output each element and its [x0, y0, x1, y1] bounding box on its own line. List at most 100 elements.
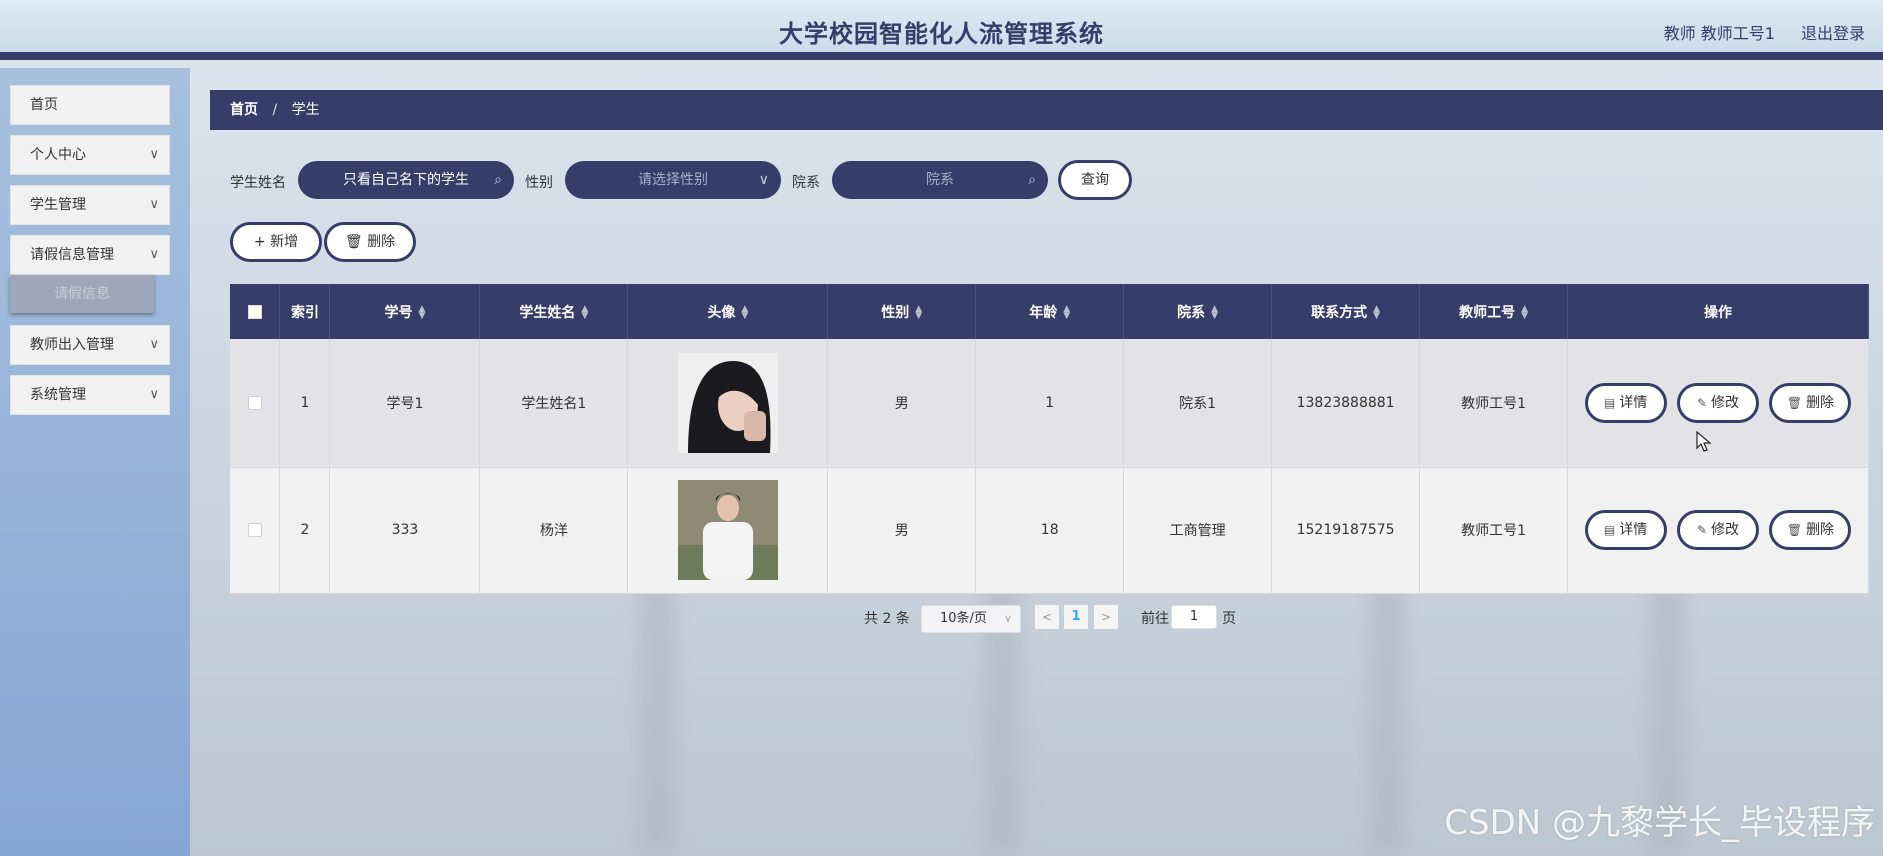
breadcrumb: 首页 / 学生: [210, 90, 1883, 130]
chevron-down-icon: ∨: [149, 197, 159, 212]
sidebar-item-label: 学生管理: [30, 197, 86, 213]
goto-page-input[interactable]: 1: [1171, 605, 1217, 629]
sort-icon[interactable]: ▲ ▼: [1211, 304, 1218, 320]
sort-icon[interactable]: ▲ ▼: [1521, 304, 1528, 320]
gender-label: 性别: [525, 175, 553, 191]
cell-student-no: 学号1: [329, 339, 481, 468]
cell-name: 学生姓名1: [479, 339, 629, 468]
document-icon: ▤: [1603, 395, 1616, 410]
column-header[interactable]: 院系 ▲ ▼: [1123, 284, 1273, 339]
cell-dept: 院系1: [1123, 339, 1273, 468]
chevron-down-icon: ∨: [149, 247, 159, 262]
mouse-cursor-icon: [1696, 431, 1712, 452]
background-pillar: [1370, 560, 1404, 856]
breadcrumb-current: 学生: [291, 102, 320, 118]
plus-icon: +: [253, 234, 266, 250]
cell-age: 18: [975, 467, 1125, 594]
sidebar: 首页 个人中心 ∨ 学生管理 ∨ 请假信息管理 ∨ 请假信息 教师出入管理 ∨ …: [0, 68, 190, 856]
student-name-label: 学生姓名: [230, 175, 286, 191]
chevron-down-icon: ∨: [1003, 612, 1012, 625]
query-button[interactable]: 查询: [1058, 160, 1132, 200]
sort-icon[interactable]: ▲ ▼: [418, 304, 425, 320]
page-size-value: 10条/页: [940, 611, 987, 626]
column-header[interactable]: 学生姓名 ▲ ▼: [479, 284, 629, 339]
dept-placeholder: 院系: [926, 172, 954, 188]
page-size-select[interactable]: 10条/页 ∨: [921, 605, 1021, 633]
student-name-input[interactable]: 只看自己名下的学生 ⌕: [298, 161, 514, 199]
column-header[interactable]: 学号 ▲ ▼: [329, 284, 481, 339]
add-button[interactable]: + 新增: [230, 222, 322, 262]
sidebar-item-label: 请假信息管理: [30, 247, 114, 263]
trash-icon: 🗑︎: [1786, 523, 1803, 537]
sidebar-item-leave[interactable]: 请假信息管理 ∨: [10, 235, 170, 275]
current-user: 教师 教师工号1: [1663, 24, 1775, 43]
table-row: 1 学号1 学生姓名1 男 1 院系1 13823888881 教师工号1 ▤ …: [230, 339, 1869, 468]
cell-index: 2: [279, 467, 331, 594]
sidebar-subitem-leave-info[interactable]: 请假信息: [10, 275, 154, 313]
sidebar-item-students[interactable]: 学生管理 ∨: [10, 185, 170, 225]
breadcrumb-home[interactable]: 首页: [230, 102, 258, 118]
column-header: 索引: [279, 284, 331, 339]
pagination-total: 共 2 条: [864, 611, 910, 627]
column-header[interactable]: 头像 ▲ ▼: [627, 284, 829, 339]
chevron-down-icon: ∨: [758, 172, 769, 188]
logout-link[interactable]: 退出登录: [1801, 20, 1865, 44]
sort-icon[interactable]: ▲ ▼: [1373, 304, 1380, 320]
goto-label: 前往: [1141, 611, 1169, 627]
column-header: 操作: [1567, 284, 1869, 339]
watermark: CSDN @九黎学长_毕设程序: [1444, 803, 1875, 843]
cell-gender: 男: [827, 339, 977, 468]
delete-button[interactable]: 🗑︎ 删除: [1769, 382, 1852, 423]
edit-icon: ✎: [1696, 523, 1708, 537]
cell-teacher-no: 教师工号1: [1419, 339, 1569, 468]
cell-age: 1: [975, 339, 1125, 468]
cell-student-no: 333: [329, 467, 481, 594]
detail-button[interactable]: ▤ 详情: [1584, 382, 1667, 423]
trash-icon: 🗑︎: [1786, 395, 1803, 410]
sort-icon[interactable]: ▲ ▼: [741, 304, 748, 320]
document-icon: ▤: [1603, 523, 1616, 537]
chevron-down-icon: ∨: [149, 387, 159, 402]
row-checkbox[interactable]: [247, 523, 262, 537]
sort-icon[interactable]: ▲ ▼: [581, 304, 588, 320]
prev-page-button[interactable]: <: [1035, 605, 1059, 629]
student-table: 索引 学号 ▲ ▼ 学生姓名 ▲ ▼ 头像 ▲ ▼ 性别 ▲ ▼ 年龄 ▲ ▼ 院系 ▲ ▼ 联系方式 ▲…: [230, 284, 1869, 594]
edit-button[interactable]: ✎ 修改: [1677, 510, 1759, 550]
select-all-checkbox[interactable]: [247, 304, 262, 319]
row-checkbox[interactable]: [247, 395, 262, 410]
select-all-cell: [230, 284, 281, 339]
breadcrumb-separator: /: [272, 102, 278, 118]
sidebar-item-label: 首页: [30, 97, 58, 113]
detail-button[interactable]: ▤ 详情: [1584, 510, 1667, 550]
cell-index: 1: [279, 339, 331, 468]
avatar: [677, 352, 778, 453]
sidebar-item-label: 教师出入管理: [30, 337, 114, 353]
cell-phone: 13823888881: [1271, 339, 1421, 468]
sort-icon[interactable]: ▲ ▼: [915, 304, 922, 320]
batch-delete-button[interactable]: 🗑︎ 删除: [324, 222, 416, 262]
delete-button-label: 删除: [367, 234, 396, 250]
column-header[interactable]: 联系方式 ▲ ▼: [1271, 284, 1421, 339]
table-row: 2 333 杨洋 男 18 工商管理 15219187575 教师工号1 ▤ 详…: [230, 467, 1869, 594]
sidebar-item-system[interactable]: 系统管理 ∨: [10, 375, 170, 415]
student-name-value: 只看自己名下的学生: [343, 172, 469, 188]
gender-select[interactable]: 请选择性别 ∨: [565, 161, 781, 199]
sidebar-item-home[interactable]: 首页: [10, 85, 170, 125]
column-header[interactable]: 性别 ▲ ▼: [827, 284, 977, 339]
sort-icon[interactable]: ▲ ▼: [1063, 304, 1070, 320]
edit-button[interactable]: ✎ 修改: [1677, 382, 1759, 423]
column-header[interactable]: 教师工号 ▲ ▼: [1419, 284, 1569, 339]
table-header-row: 索引 学号 ▲ ▼ 学生姓名 ▲ ▼ 头像 ▲ ▼ 性别 ▲ ▼ 年龄 ▲ ▼ 院系 ▲ ▼ 联系方式 ▲…: [230, 284, 1869, 339]
edit-icon: ✎: [1696, 395, 1708, 410]
column-header[interactable]: 年龄 ▲ ▼: [975, 284, 1125, 339]
cell-name: 杨洋: [479, 467, 629, 594]
cell-phone: 15219187575: [1271, 467, 1421, 594]
gender-placeholder: 请选择性别: [638, 172, 708, 188]
page-number-current[interactable]: 1: [1064, 605, 1088, 629]
dept-input[interactable]: 院系 ⌕: [832, 161, 1048, 199]
chevron-left-icon: <: [1041, 610, 1053, 624]
delete-button[interactable]: 🗑︎ 删除: [1769, 510, 1852, 550]
sidebar-item-teacher-access[interactable]: 教师出入管理 ∨: [10, 325, 170, 365]
sidebar-item-profile[interactable]: 个人中心 ∨: [10, 135, 170, 175]
next-page-button[interactable]: >: [1094, 605, 1118, 629]
